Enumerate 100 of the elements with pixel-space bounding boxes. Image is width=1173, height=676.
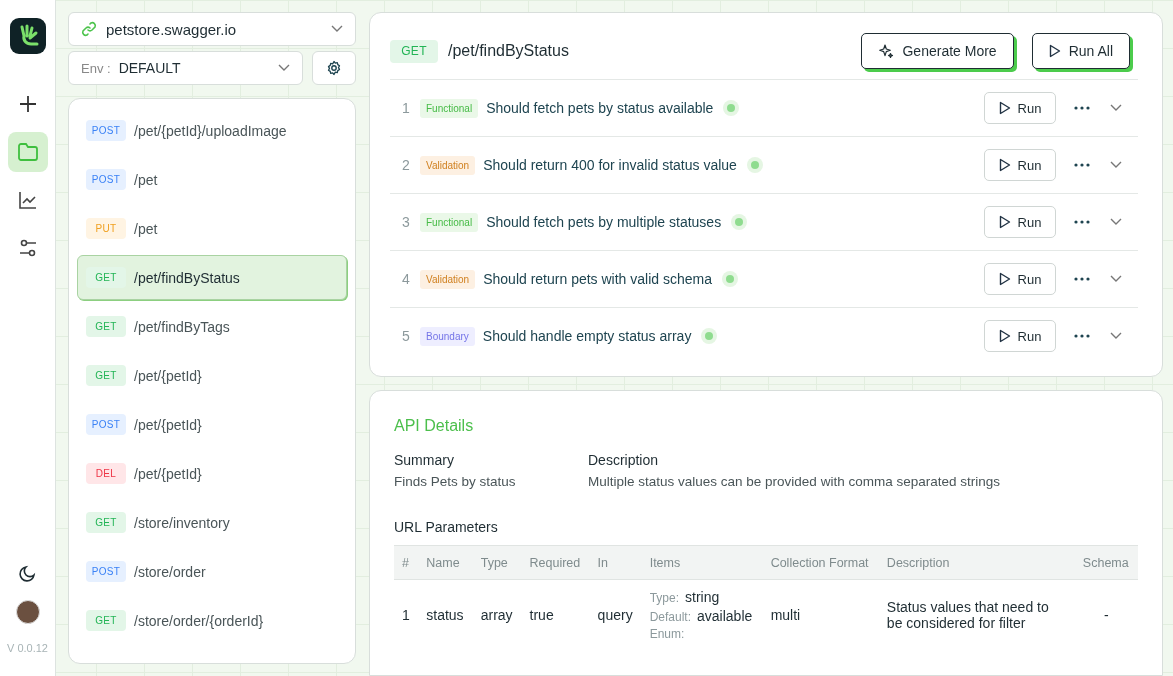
method-badge: GET	[390, 39, 438, 63]
endpoint-item[interactable]: GET /store/order/{orderId}	[77, 598, 347, 643]
test-tag: Validation	[420, 269, 476, 289]
column-header: Required	[521, 545, 590, 580]
method-badge: DEL	[86, 463, 126, 484]
table-cell: Status values that need to be considered for filter	[878, 579, 1075, 650]
test-number: 4	[402, 271, 411, 287]
endpoint-path: /store/order	[134, 563, 206, 580]
summary-text: Finds Pets by status	[394, 474, 517, 489]
play-icon	[998, 158, 1011, 172]
item-value: available	[697, 608, 753, 624]
more-icon	[1074, 334, 1090, 338]
chevron-down-icon	[1110, 332, 1122, 340]
endpoint-path: /pet	[134, 220, 158, 237]
add-icon	[17, 94, 38, 114]
more-icon	[1074, 277, 1090, 281]
generate-more-button[interactable]: Generate More	[861, 33, 1014, 69]
column-header: #	[394, 545, 419, 580]
endpoint-item[interactable]: POST /pet	[77, 157, 347, 202]
endpoint-item[interactable]: GET /pet/{petId}	[77, 353, 347, 398]
run-button[interactable]: Run	[984, 92, 1056, 124]
moon-icon[interactable]	[18, 564, 37, 582]
env-dropdown[interactable]: Env : DEFAULT	[68, 51, 303, 85]
endpoint-item[interactable]: POST /pet/{petId}/uploadImage	[77, 108, 347, 153]
table-cell: true	[521, 579, 590, 650]
host-dropdown[interactable]: petstore.swagger.io	[68, 12, 356, 46]
settings-button[interactable]	[312, 51, 356, 85]
sparkle-icon	[878, 43, 895, 59]
endpoint-path: /store/order/{orderId}	[134, 612, 264, 629]
test-tag: Functional	[420, 98, 479, 118]
run-button[interactable]: Run	[984, 149, 1056, 181]
table-cell: 1	[394, 579, 419, 650]
sliders-icon	[17, 238, 38, 258]
item-label: Type:	[649, 591, 679, 605]
test-title: Should return 400 for invalid status value	[483, 157, 737, 173]
endpoint-item[interactable]: GET /pet/findByTags	[77, 304, 347, 349]
more-icon	[1074, 106, 1090, 110]
chevron-down-icon	[278, 64, 290, 72]
run-all-button[interactable]: Run All	[1031, 33, 1130, 69]
endpoint-title: /pet/findByStatus	[448, 42, 570, 60]
test-title: Should fetch pets by status available	[486, 100, 714, 116]
test-tag: Boundary	[420, 326, 475, 346]
app-logo[interactable]	[9, 18, 46, 54]
method-badge: GET	[86, 365, 126, 386]
column-header: Items	[641, 545, 763, 580]
endpoint-path: /pet/{petId}/uploadImage	[134, 122, 287, 139]
endpoint-item[interactable]: PUT /pet	[77, 206, 347, 251]
table-cell: query	[589, 579, 642, 650]
play-icon	[1048, 44, 1061, 58]
test-number: 3	[402, 214, 411, 230]
test-number: 5	[402, 328, 411, 344]
endpoint-path: /pet/{petId}	[134, 367, 202, 384]
method-badge: GET	[86, 512, 126, 533]
endpoint-item[interactable]: GET /store/inventory	[77, 500, 347, 545]
method-badge: GET	[86, 267, 126, 288]
item-label: Enum:	[649, 627, 685, 641]
chart-icon	[17, 190, 38, 210]
env-label: Env :	[81, 60, 111, 76]
env-value: DEFAULT	[118, 60, 182, 76]
method-badge: PUT	[86, 218, 126, 239]
endpoint-path: /pet/{petId}	[134, 465, 202, 482]
chevron-down-icon	[1110, 275, 1122, 283]
folder-icon	[16, 142, 39, 162]
test-title: Should handle empty status array	[482, 328, 692, 344]
test-title: Should fetch pets by multiple statuses	[486, 214, 722, 230]
link-icon	[81, 21, 97, 37]
table-cell: status	[418, 579, 473, 650]
more-icon	[1074, 220, 1090, 224]
endpoint-path: /pet	[134, 171, 158, 188]
avatar[interactable]	[15, 600, 40, 624]
item-value: string	[685, 589, 720, 605]
endpoint-item[interactable]: POST /pet/{petId}	[77, 402, 347, 447]
test-tag: Validation	[420, 155, 476, 175]
column-header: Name	[418, 545, 473, 580]
description-text: Multiple status values can be provided with comma separated strings	[588, 474, 1001, 489]
test-title: Should return pets with valid schema	[483, 271, 712, 287]
section-title: URL Parameters	[394, 519, 499, 535]
run-button[interactable]: Run	[984, 206, 1056, 238]
column-header: In	[589, 545, 642, 580]
section-title: API Details	[394, 417, 475, 435]
host-value: petstore.swagger.io	[106, 20, 238, 38]
play-icon	[998, 272, 1011, 286]
endpoint-item[interactable]: DEL /pet/{petId}	[77, 451, 347, 496]
chevron-down-icon	[1110, 218, 1122, 226]
method-badge: POST	[86, 120, 126, 141]
endpoint-path: /pet/{petId}	[134, 416, 202, 433]
version-label: V 0.0.12	[7, 642, 48, 654]
method-badge: POST	[86, 169, 126, 190]
column-header: Description	[878, 545, 1075, 580]
table-cell: multi	[762, 579, 879, 650]
chevron-down-icon	[1110, 161, 1122, 169]
endpoint-item[interactable]: GET /pet/findByStatus	[77, 255, 347, 300]
chevron-down-icon	[331, 25, 343, 33]
test-number: 1	[402, 100, 411, 116]
run-button[interactable]: Run	[984, 320, 1056, 352]
column-header: Type	[472, 545, 522, 580]
endpoint-item[interactable]: POST /store/order	[77, 549, 347, 594]
run-button[interactable]: Run	[984, 263, 1056, 295]
test-number: 2	[402, 157, 411, 173]
method-badge: GET	[86, 610, 126, 631]
